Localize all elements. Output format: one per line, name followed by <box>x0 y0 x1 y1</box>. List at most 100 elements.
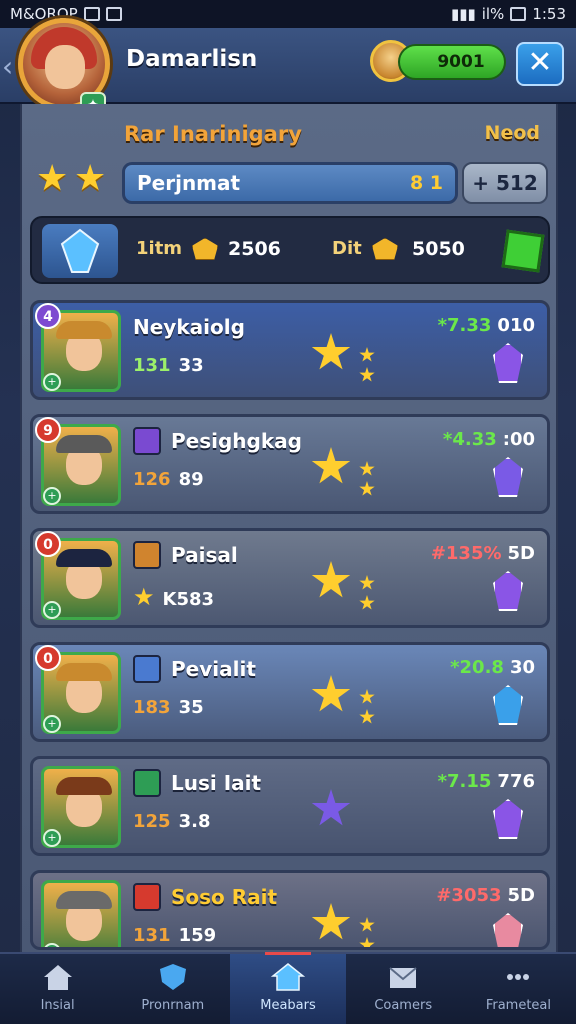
hero-hat <box>56 777 112 795</box>
hero-level: 126 89 <box>133 469 204 490</box>
house-badge-icon <box>271 963 305 991</box>
rank-badge: 4 <box>35 303 61 329</box>
battery-icon <box>510 7 527 21</box>
gold-icon <box>192 238 218 260</box>
score-value: 5D <box>507 543 535 564</box>
hero-hat <box>56 891 112 909</box>
resource-bar: 1itm 2506 Dit 5050 <box>30 216 550 284</box>
small-star-icon <box>359 689 375 704</box>
class-icon <box>133 541 161 569</box>
score-value: 5D <box>507 885 535 906</box>
battery-label: il% <box>481 5 505 23</box>
clock: 1:53 <box>532 5 566 23</box>
team-name: Perjnmat <box>137 171 241 195</box>
level-value: 33 <box>178 355 204 376</box>
nav-label: Frameteal <box>485 998 551 1013</box>
score-value: 010 <box>497 315 535 336</box>
hero-portrait[interactable] <box>41 880 121 947</box>
hero-score: *4.33:00 <box>443 429 535 450</box>
rank-badge: 0 <box>35 645 61 671</box>
panel-title: Rar Inarinigary <box>124 122 302 146</box>
score-delta: *20.8 <box>450 657 504 678</box>
roster-card[interactable]: 9 + Pesighgkag 126 89 *4.33:00 <box>30 414 550 514</box>
plus-badge-icon: + <box>43 601 61 619</box>
roster-card[interactable]: 0 + Pevialit 183 35 *20.8 30 <box>30 642 550 742</box>
star-icon: ★ <box>74 158 107 199</box>
green-cube-icon[interactable] <box>501 229 545 273</box>
roster-card[interactable]: 0 + Paisal ★ K583 #135% 5D <box>30 528 550 628</box>
hero-level: 131 159 <box>133 925 216 946</box>
nav-item-meabars[interactable]: Meabars <box>230 952 346 1024</box>
small-star-icon <box>359 575 375 590</box>
panel-right-label: Neod <box>484 122 540 144</box>
class-icon <box>133 769 161 797</box>
crystal-icon[interactable] <box>493 685 523 725</box>
hero-hat <box>56 435 112 453</box>
nav-item-pronrnam[interactable]: Pronrnam <box>115 954 230 1024</box>
nav-label: Coamers <box>374 998 433 1013</box>
hero-name: Lusi Iait <box>171 771 262 795</box>
dots-icon <box>507 974 530 980</box>
score-value: :00 <box>502 429 535 450</box>
team-name-field[interactable]: Perjnmat 8 1 <box>122 162 458 204</box>
profile-header: ‹ ✦ Damarlisn 9001 ✕ <box>0 18 576 118</box>
roster-card[interactable]: +Soso Rait131159#30535D <box>30 870 550 950</box>
gold-star-icon <box>311 561 351 598</box>
hero-score: *7.33 010 <box>438 315 535 336</box>
hero-level: 131 33 <box>133 355 204 376</box>
nav-label: Meabars <box>260 998 316 1013</box>
nav-item-coamers[interactable]: Coamers <box>346 954 461 1024</box>
hero-name: Pevialit <box>171 657 256 681</box>
level-value: 89 <box>178 469 204 490</box>
plus-badge-icon: + <box>43 715 61 733</box>
score-delta: *7.33 <box>437 315 492 336</box>
home-icon <box>43 965 72 990</box>
crystal-icon[interactable] <box>493 571 523 611</box>
bonus-button[interactable]: + 512 <box>462 162 548 204</box>
gem-box[interactable] <box>42 224 118 278</box>
plus-badge-icon: + <box>43 487 61 505</box>
hero-name: Pesighgkag <box>171 429 302 453</box>
small-star-icon <box>359 709 375 724</box>
roster-card[interactable]: 4 + Neykaiolg 131 33 *7.33 010 <box>30 300 550 400</box>
nav-item-frameteal[interactable]: Frameteal <box>461 954 576 1024</box>
level-value: 35 <box>178 697 204 718</box>
level-label: 126 <box>133 469 171 490</box>
level-label: 131 <box>133 355 171 376</box>
small-star-icon <box>359 461 375 476</box>
gold-icon <box>372 238 398 260</box>
small-star-icon <box>359 481 375 496</box>
close-button[interactable]: ✕ <box>516 42 564 86</box>
class-icon <box>133 655 161 683</box>
nav-label: Insial <box>40 998 75 1013</box>
gold-star-icon <box>311 903 351 940</box>
rank-badge: 9 <box>35 417 61 443</box>
plus-badge-icon: + <box>43 829 61 847</box>
hero-name: Neykaiolg <box>133 315 245 339</box>
hero-level: 125 3.8 <box>133 811 210 832</box>
level-label: 183 <box>133 697 171 718</box>
score-delta: *4.33 <box>442 429 497 450</box>
back-chevron-icon[interactable]: ‹ <box>2 50 13 83</box>
player-name: Damarlisn <box>126 46 258 72</box>
bottom-nav: Insial Pronrnam Meabars Coamers Frametea… <box>0 952 576 1024</box>
crystal-icon[interactable] <box>493 799 523 839</box>
crystal-icon[interactable] <box>493 457 523 497</box>
coin-balance[interactable]: 9001 <box>398 44 506 80</box>
roster-panel: Rar Inarinigary Neod ★ ★ Perjnmat 8 1 + … <box>20 104 558 954</box>
nav-item-insial[interactable]: Insial <box>0 954 115 1024</box>
score-delta: #3053 <box>436 885 502 906</box>
crystal-icon[interactable] <box>493 343 523 383</box>
level-label: 131 <box>133 925 171 946</box>
resource-value-2: 5050 <box>412 238 465 260</box>
team-value: 8 1 <box>409 172 443 194</box>
gold-star-icon <box>311 333 351 370</box>
blue-gem-icon <box>60 228 100 273</box>
crystal-icon[interactable] <box>493 913 523 947</box>
small-star-icon <box>359 595 375 610</box>
roster-card[interactable]: + Lusi Iait 125 3.8 *7.15 776 <box>30 756 550 856</box>
hero-score: *20.8 30 <box>450 657 535 678</box>
hero-hat <box>56 549 112 567</box>
crystal-shard-icon <box>311 789 351 826</box>
hero-level: ★ K583 <box>133 583 214 611</box>
